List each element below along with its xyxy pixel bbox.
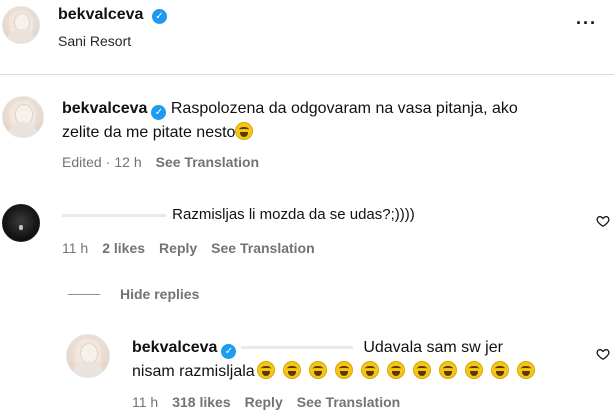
grinning-sweat-emoji-icon <box>334 361 353 379</box>
more-options-icon[interactable]: ··· <box>576 14 597 32</box>
caption-avatar[interactable] <box>2 96 44 138</box>
grinning-sweat-emoji-icon <box>516 361 535 379</box>
reply-avatar[interactable] <box>66 334 110 378</box>
mention-redacted[interactable] <box>240 346 353 350</box>
comment-time: 11 h <box>62 240 89 256</box>
reply-likes[interactable]: 318 likes <box>172 394 230 410</box>
comment-text: Razmisljas li mozda da se udas?;)))) <box>172 206 415 223</box>
caption-time: 12 h <box>114 154 142 170</box>
grinning-sweat-emoji-icon <box>282 361 301 379</box>
caption-body: bekvalceva ✓ Raspolozena da odgovaram na … <box>62 97 582 145</box>
reply-text-line1: Udavala sam sw jer <box>363 339 503 356</box>
grinning-sweat-emoji-icon <box>438 361 457 379</box>
grinning-sweat-emoji-icon <box>412 361 431 379</box>
reply-reply-button[interactable]: Reply <box>245 394 283 410</box>
reply-meta: 11 h 318 likes Reply See Translation <box>132 394 400 410</box>
header-username[interactable]: bekvalceva <box>58 6 143 24</box>
caption-meta: Edited · 12 h See Translation <box>62 154 260 170</box>
reply-username[interactable]: bekvalceva <box>132 339 217 356</box>
comment-body: Razmisljas li mozda da se udas?;)))) <box>62 206 415 223</box>
reply-body: bekvalceva ✓ Udavala sam sw jer nisam raz… <box>132 336 582 384</box>
reply-text-line2: nisam razmisljala <box>132 363 255 380</box>
comment-likes[interactable]: 2 likes <box>102 240 145 256</box>
commenter-avatar[interactable] <box>2 204 40 242</box>
grinning-sweat-emoji-icon <box>256 361 275 379</box>
comment-see-translation[interactable]: See Translation <box>211 240 314 256</box>
verified-badge-icon: ✓ <box>151 105 167 120</box>
header-avatar[interactable] <box>2 6 40 44</box>
reply-time: 11 h <box>132 394 159 410</box>
grinning-sweat-emoji-icon <box>464 361 483 379</box>
grinning-sweat-emoji-icon <box>490 361 509 379</box>
grinning-sweat-emoji-icon <box>235 122 254 140</box>
emoji-row <box>255 361 537 380</box>
grinning-sweat-emoji-icon <box>386 361 405 379</box>
comment-like-heart-icon[interactable] <box>596 214 610 228</box>
grinning-sweat-emoji-icon <box>360 361 379 379</box>
commenter-username-redacted[interactable] <box>62 213 166 217</box>
caption-text-line1: Raspolozena da odgovaram na vasa pitanja… <box>170 100 518 117</box>
hide-replies-line <box>68 294 100 295</box>
verified-badge-icon: ✓ <box>221 344 237 359</box>
caption-username[interactable]: bekvalceva <box>62 100 147 117</box>
comment-meta: 11 h 2 likes Reply See Translation <box>62 240 315 256</box>
reply-like-heart-icon[interactable] <box>596 347 610 361</box>
hide-replies-button[interactable]: Hide replies <box>120 286 199 302</box>
caption-edited: Edited <box>62 154 102 170</box>
reply-see-translation[interactable]: See Translation <box>297 394 400 410</box>
grinning-sweat-emoji-icon <box>308 361 327 379</box>
caption-see-translation[interactable]: See Translation <box>156 154 259 170</box>
header-divider <box>0 74 614 75</box>
caption-text-line2: zelite da me pitate nesto <box>62 124 236 141</box>
verified-badge-icon: ✓ <box>152 9 167 24</box>
header-location[interactable]: Sani Resort <box>58 33 131 49</box>
comment-reply-button[interactable]: Reply <box>159 240 197 256</box>
